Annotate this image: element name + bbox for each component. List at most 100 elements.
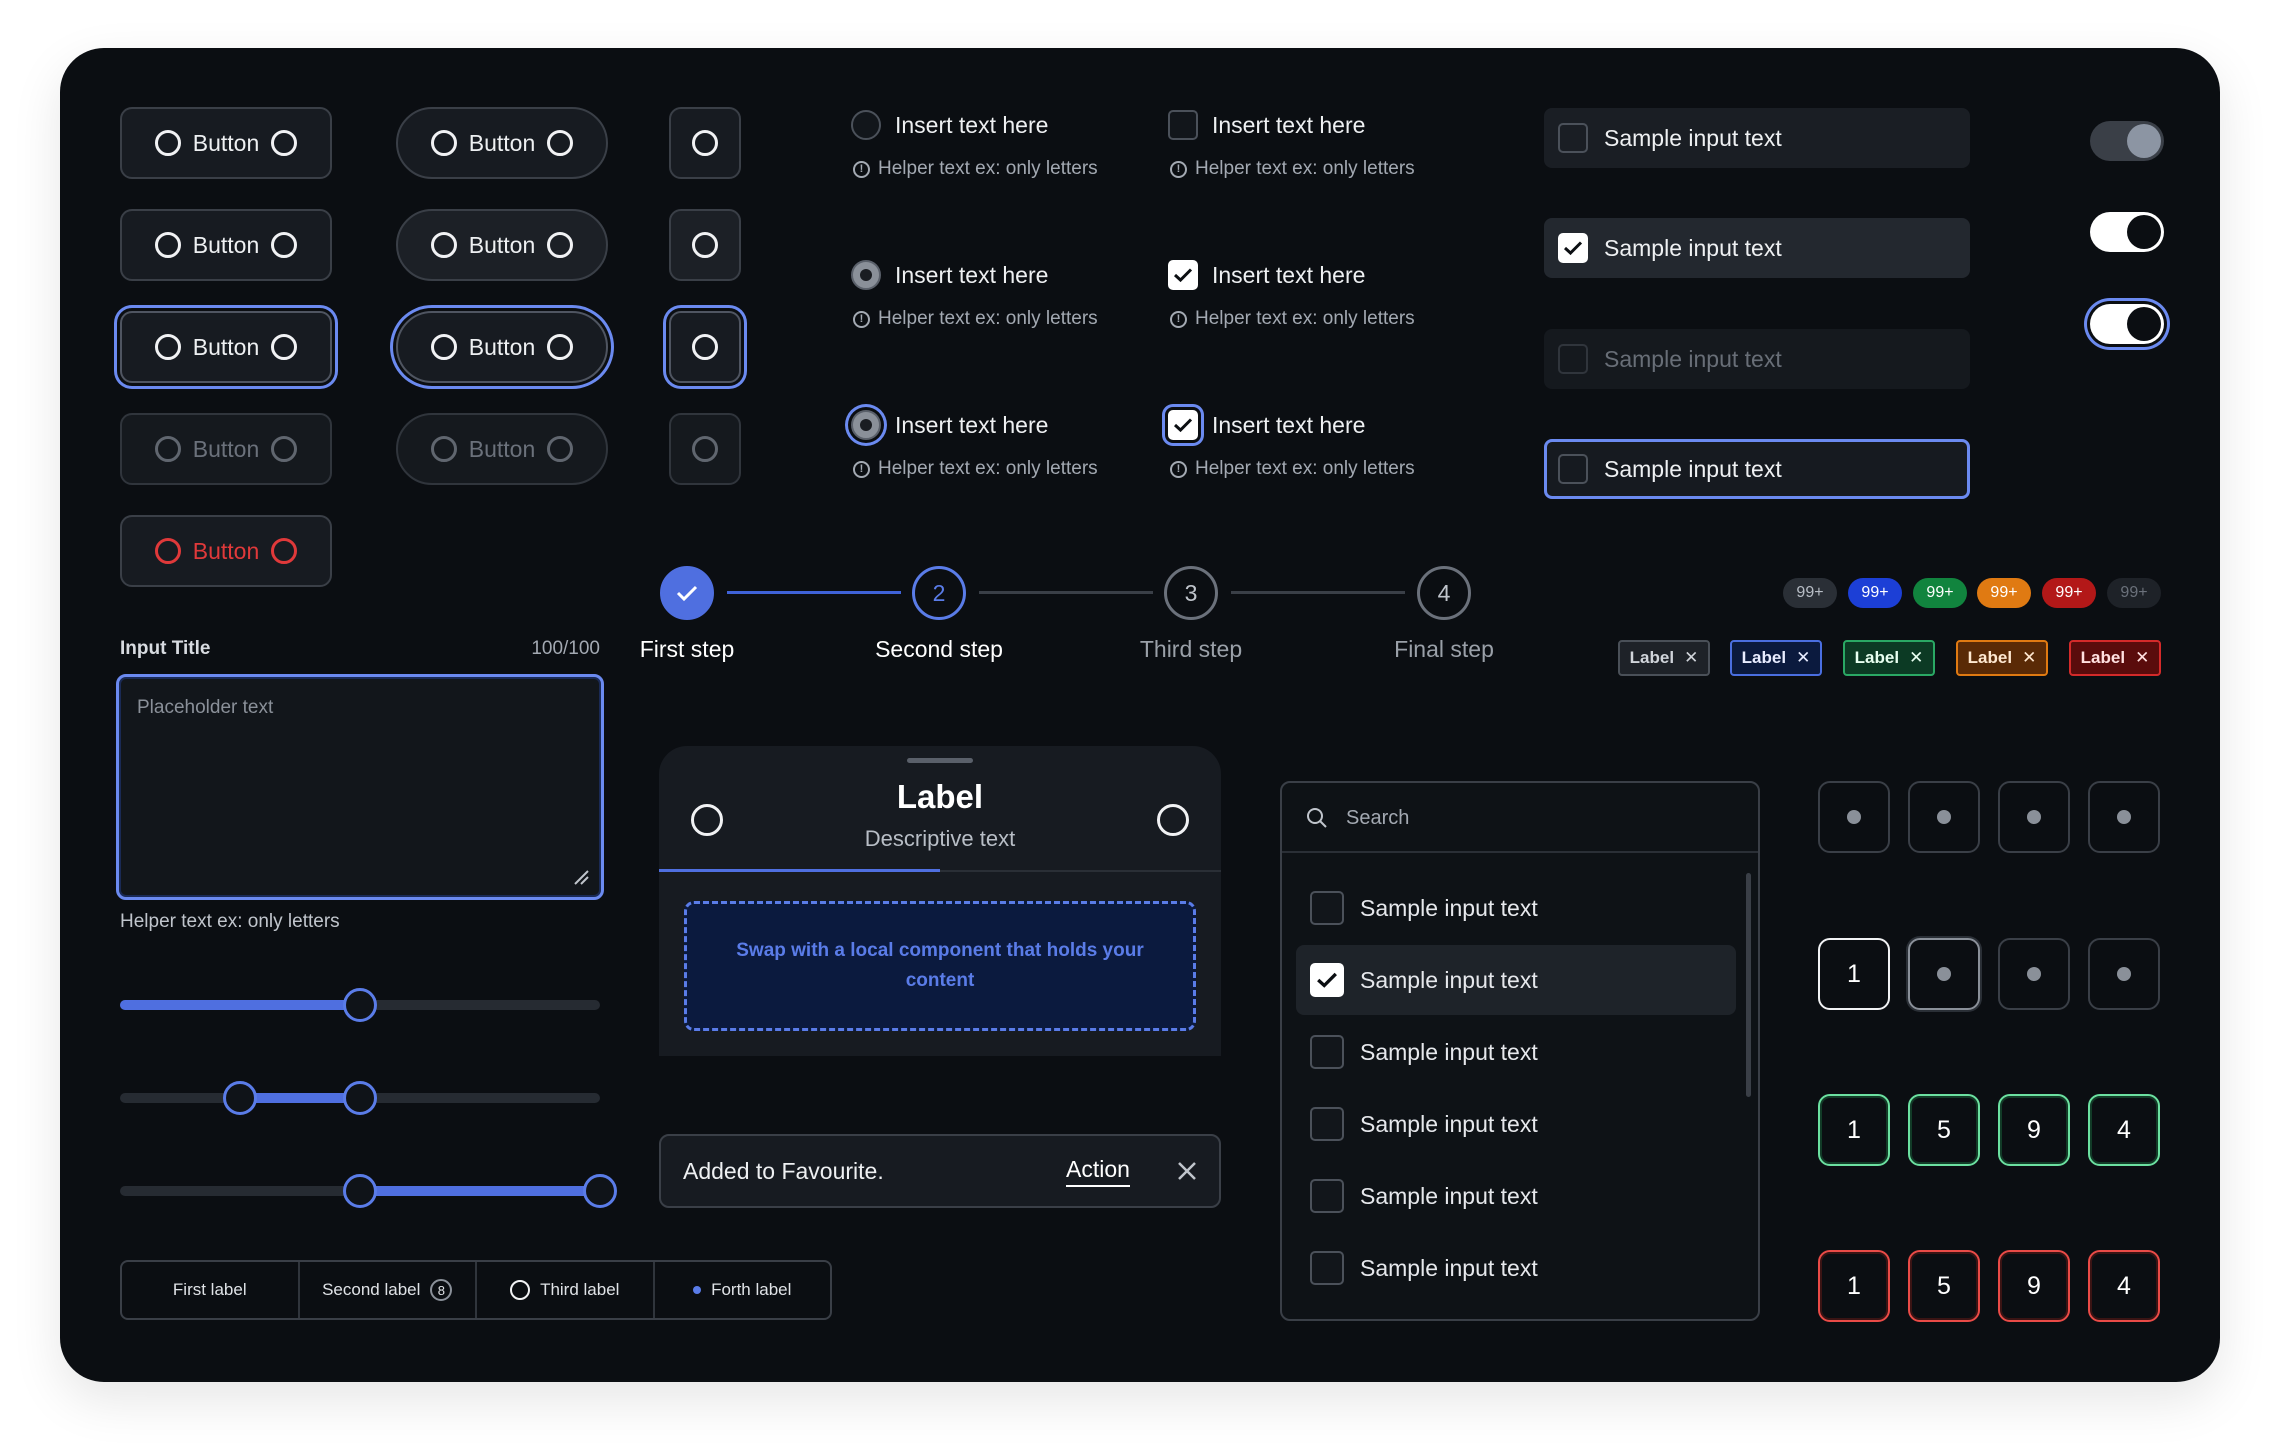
icon-button-hover[interactable] <box>669 209 741 281</box>
dot-icon <box>2117 967 2131 981</box>
step-2-current[interactable]: 2 <box>912 566 966 620</box>
button-square-hover[interactable]: Button <box>120 209 332 281</box>
close-icon[interactable]: ✕ <box>1909 648 1923 668</box>
checkbox[interactable] <box>1168 410 1198 440</box>
pin-digit-empty[interactable] <box>1998 938 2070 1010</box>
step-3-label: Third step <box>1139 636 1243 662</box>
slot-placeholder: Swap with a local component that holds y… <box>684 901 1196 1031</box>
segment-first[interactable]: First label <box>122 1262 300 1318</box>
button-pill-focused[interactable]: Button <box>396 311 608 383</box>
list-item[interactable]: Sample input text <box>1296 873 1736 943</box>
radio-helper-text: ! Helper text ex: only letters <box>853 308 1098 330</box>
checkbox[interactable] <box>1310 1107 1344 1141</box>
step-4[interactable]: 4 <box>1417 566 1471 620</box>
search-input[interactable]: Search <box>1346 807 1409 830</box>
button-label: Button <box>192 333 260 360</box>
close-icon[interactable]: ✕ <box>1684 648 1698 668</box>
radio-button[interactable] <box>851 410 881 440</box>
checkbox-option-checked[interactable]: Insert text here <box>1168 260 1365 290</box>
slider-thumb-start[interactable] <box>343 1174 377 1208</box>
pin-digit-error[interactable]: 4 <box>2088 1250 2160 1322</box>
button-square-default[interactable]: Button <box>120 107 332 179</box>
close-icon[interactable]: ✕ <box>2135 648 2149 668</box>
checkbox[interactable] <box>1310 963 1344 997</box>
icon-button-focused[interactable] <box>669 311 741 383</box>
checkbox-option-focused[interactable]: Insert text here <box>1168 410 1365 440</box>
slider-thumb-start[interactable] <box>223 1081 257 1115</box>
list-item[interactable]: Sample input text <box>1296 1089 1736 1159</box>
list-item-selected[interactable]: Sample input text <box>1296 945 1736 1015</box>
segment-fourth[interactable]: Forth label <box>655 1262 831 1318</box>
icon-button-default[interactable] <box>669 107 741 179</box>
pin-digit-empty[interactable] <box>1818 781 1890 853</box>
button-pill-hover[interactable]: Button <box>396 209 608 281</box>
snackbar-action[interactable]: Action <box>1066 1156 1130 1187</box>
radio-option-selected[interactable]: Insert text here <box>851 260 1048 290</box>
toggle-on[interactable] <box>2090 212 2164 252</box>
slider-thumb[interactable] <box>343 988 377 1022</box>
scrollbar-thumb[interactable] <box>1746 873 1751 1097</box>
checkmark-icon <box>1173 268 1193 283</box>
pin-digit-error[interactable]: 9 <box>1998 1250 2070 1322</box>
radio-option-default[interactable]: Insert text here <box>851 110 1048 140</box>
button-label: Button <box>468 129 536 156</box>
stepper-connector <box>979 591 1153 594</box>
pin-digit-empty[interactable] <box>2088 938 2160 1010</box>
slider-range-low[interactable] <box>120 1081 600 1115</box>
pin-digit-empty[interactable] <box>2088 781 2160 853</box>
toggle-on-focused[interactable] <box>2090 304 2164 344</box>
slider-thumb-end[interactable] <box>583 1174 617 1208</box>
checkbox[interactable] <box>1168 260 1198 290</box>
checkmark-icon <box>1317 972 1337 988</box>
toggle-off[interactable] <box>2090 121 2164 161</box>
checkbox[interactable] <box>1168 110 1198 140</box>
pin-digit-error[interactable]: 5 <box>1908 1250 1980 1322</box>
button-square-focused[interactable]: Button <box>120 311 332 383</box>
pin-digit-success[interactable]: 5 <box>1908 1094 1980 1166</box>
segment-second[interactable]: Second label 8 <box>300 1262 477 1318</box>
resize-handle-icon[interactable] <box>573 869 589 885</box>
slider-thumb-end[interactable] <box>343 1081 377 1115</box>
pin-digit-success[interactable]: 1 <box>1818 1094 1890 1166</box>
pin-digit-empty[interactable] <box>1998 781 2070 853</box>
pin-digit-error[interactable]: 1 <box>1818 1250 1890 1322</box>
radio-option-focused[interactable]: Insert text here <box>851 410 1048 440</box>
checkbox[interactable] <box>1310 1035 1344 1069</box>
checkbox[interactable] <box>1310 891 1344 925</box>
button-square-danger[interactable]: Button <box>120 515 332 587</box>
list-item[interactable]: Sample input text <box>1296 1161 1736 1231</box>
pin-digit-focused[interactable] <box>1908 938 1980 1010</box>
checkbox[interactable] <box>1310 1179 1344 1213</box>
checkbox[interactable] <box>1558 123 1588 153</box>
close-icon[interactable]: ✕ <box>2022 648 2036 668</box>
step-1-complete[interactable] <box>660 566 714 620</box>
close-icon[interactable] <box>1177 1161 1197 1181</box>
slider-single[interactable] <box>120 988 600 1022</box>
textarea-input[interactable]: Placeholder text <box>116 674 604 900</box>
checkbox[interactable] <box>1558 454 1588 484</box>
radio-button[interactable] <box>851 110 881 140</box>
radio-button[interactable] <box>851 260 881 290</box>
checkbox-field-default[interactable]: Sample input text <box>1544 108 1970 168</box>
list-item[interactable]: Sample input text <box>1296 1233 1736 1303</box>
checkbox[interactable] <box>1310 1251 1344 1285</box>
dot-icon <box>1937 967 1951 981</box>
checkbox[interactable] <box>1558 233 1588 263</box>
list-item[interactable]: Sample input text <box>1296 1017 1736 1087</box>
list-item-label: Sample input text <box>1360 1254 1538 1281</box>
circle-icon <box>154 436 181 462</box>
checkbox <box>1558 344 1588 374</box>
pin-digit-filled[interactable]: 1 <box>1818 938 1890 1010</box>
drag-handle[interactable] <box>907 758 973 763</box>
checkbox-option-default[interactable]: Insert text here <box>1168 110 1365 140</box>
button-pill-default[interactable]: Button <box>396 107 608 179</box>
close-icon[interactable]: ✕ <box>1796 648 1810 668</box>
slider-range-high[interactable] <box>120 1174 617 1208</box>
segment-third[interactable]: Third label <box>477 1262 655 1318</box>
pin-digit-success[interactable]: 9 <box>1998 1094 2070 1166</box>
checkbox-field-checked[interactable]: Sample input text <box>1544 218 1970 278</box>
pin-digit-success[interactable]: 4 <box>2088 1094 2160 1166</box>
checkbox-field-focused[interactable]: Sample input text <box>1544 439 1970 499</box>
step-3[interactable]: 3 <box>1164 566 1218 620</box>
pin-digit-empty[interactable] <box>1908 781 1980 853</box>
